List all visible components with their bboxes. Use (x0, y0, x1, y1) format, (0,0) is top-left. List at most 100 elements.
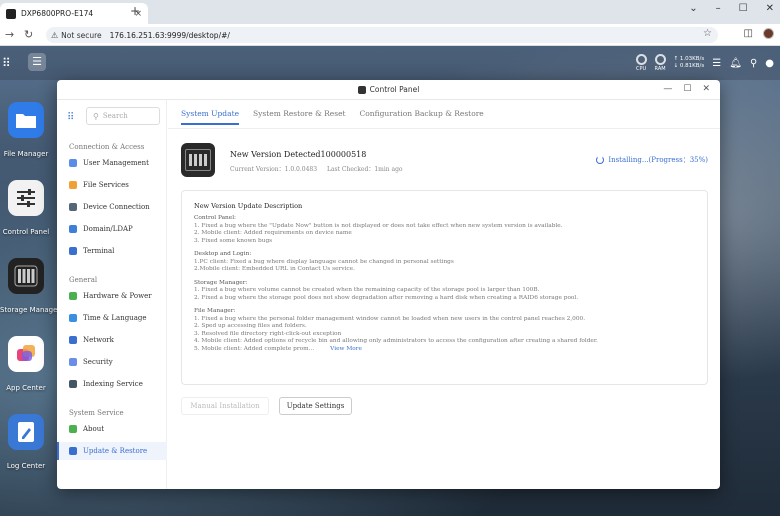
sidebar-item-update-restore[interactable]: Update & Restore (57, 442, 167, 460)
update-settings-button[interactable]: Update Settings (279, 397, 352, 415)
sidebar-group-label: General (69, 276, 98, 284)
notes-section-title: Desktop and Login: (194, 251, 252, 257)
update-icon (69, 447, 77, 455)
notes-line: 4. Mobile client: Added options of recyc… (194, 338, 598, 344)
hardware-icon (69, 292, 77, 300)
network-speeds: ↑ 1.03KB/s ↓ 0.81KB/s (674, 56, 705, 70)
dock-app-center[interactable] (0, 336, 52, 372)
control-panel-app-icon (357, 85, 366, 94)
file-services-icon (69, 181, 77, 189)
dock-label-log-center[interactable]: Log Center (0, 462, 52, 470)
browser-tab[interactable]: DXP6800PRO-E174 × (0, 3, 148, 24)
nas-device-icon (181, 143, 215, 177)
control-panel-shortcut-icon[interactable]: ☰ (28, 53, 46, 71)
ram-gauge[interactable]: RAM (654, 54, 666, 72)
notes-line: 3. Resolved file directory right-click-o… (194, 330, 342, 337)
sliders-icon[interactable] (8, 180, 44, 216)
search-input[interactable]: ⚲ Search (86, 107, 160, 125)
browser-window-controls: ⌄ – ☐ ✕ (689, 3, 774, 14)
drive-bays-icon[interactable] (8, 258, 44, 294)
sidebar-item-time-language[interactable]: Time & Language (57, 309, 167, 327)
sidebar-item-security[interactable]: Security (57, 353, 167, 371)
notes-last-line: 5. Mobile client: Added complete prom... (194, 345, 315, 352)
warning-icon[interactable]: ⚠ (51, 31, 58, 40)
user-icon[interactable]: ● (765, 58, 774, 69)
network-icon (69, 336, 77, 344)
sidebar-item-terminal[interactable]: Terminal (57, 242, 167, 260)
browser-actions: ◫ (744, 28, 774, 39)
security-label[interactable]: Not secure (61, 31, 101, 40)
dock-storage-manager[interactable] (0, 258, 52, 294)
dock-log-center[interactable] (0, 414, 52, 450)
version-meta: Current Version：1.0.0.0483 Last Checked：… (230, 164, 411, 173)
reload-icon[interactable]: ↻ (24, 28, 33, 41)
dock-label-control-panel[interactable]: Control Panel (0, 228, 52, 236)
sidebar-item-network[interactable]: Network (57, 331, 167, 349)
folder-icon[interactable] (8, 102, 44, 138)
forward-icon[interactable]: → (5, 28, 14, 41)
desktop-topbar: ⠿ ☰ CPU RAM ↑ 1.03KB/s ↓ 0.81KB/s ☰ 🔔︎ ⚲… (0, 46, 780, 80)
minimize-icon[interactable]: – (716, 3, 721, 14)
window-controls: — ☐ ✕ (663, 84, 710, 94)
tab-system-restore[interactable]: System Restore & Reset (253, 109, 346, 125)
tasks-icon[interactable]: ☰ (712, 58, 721, 69)
notes-line: 2. Mobile client: Added requirements on … (194, 230, 352, 236)
app-grid-icon[interactable]: ⠿ (2, 56, 11, 70)
chevron-down-icon[interactable]: ⌄ (689, 3, 697, 14)
user-icon (69, 159, 77, 167)
spinner-icon (596, 156, 605, 164)
sidebar-toggle-icon[interactable]: ◫ (744, 28, 753, 39)
cpu-gauge[interactable]: CPU (635, 54, 647, 72)
sidebar-item-label: Indexing Service (83, 380, 143, 388)
maximize-icon[interactable]: ☐ (683, 84, 691, 94)
notes-section-title: Storage Manager: (194, 279, 248, 286)
window-titlebar[interactable]: Control Panel — ☐ ✕ (57, 80, 720, 100)
sidebar-item-about[interactable]: About (57, 420, 167, 438)
update-notes-panel: New Version Update Description Control P… (181, 190, 708, 385)
sidebar-item-user-management[interactable]: User Management (57, 154, 167, 172)
search-icon[interactable]: ⚲ (750, 58, 757, 69)
maximize-icon[interactable]: ☐ (739, 3, 748, 14)
sidebar-item-indexing-service[interactable]: Indexing Service (57, 375, 167, 393)
notes-section-title: Control Panel: (194, 215, 237, 221)
new-version-title: New Version Detected100000518 (230, 150, 367, 159)
url-field[interactable]: ⚠ Not secure 176.16.251.63:9999/desktop/… (46, 27, 718, 43)
notes-section: Control Panel: 1. Fixed a bug where the "… (194, 215, 695, 245)
bell-icon[interactable]: 🔔︎ (729, 58, 742, 69)
sidebar-item-domain-ldap[interactable]: Domain/LDAP (57, 220, 167, 238)
dock-label-app-center[interactable]: App Center (0, 384, 52, 392)
search-icon: ⚲ (93, 111, 99, 121)
view-more-link[interactable]: View More (330, 346, 362, 352)
tab-config-backup[interactable]: Configuration Backup & Restore (360, 109, 484, 125)
sidebar-item-hardware-power[interactable]: Hardware & Power (57, 287, 167, 305)
dock-label-storage-manager[interactable]: Storage Manager (0, 306, 60, 314)
browser-tab-title: DXP6800PRO-E174 (21, 9, 94, 18)
tab-system-update[interactable]: System Update (181, 109, 240, 125)
sidebar-item-device-connection[interactable]: Device Connection (57, 198, 167, 216)
dock-control-panel[interactable] (0, 180, 52, 216)
minimize-icon[interactable]: — (663, 84, 672, 94)
close-icon[interactable]: ✕ (702, 84, 710, 94)
new-tab-button[interactable]: + (130, 4, 140, 18)
log-icon[interactable] (8, 414, 44, 450)
profile-avatar[interactable] (763, 28, 774, 39)
sidebar-item-label: About (83, 425, 105, 433)
bookmark-star-icon[interactable]: ☆ (703, 28, 712, 39)
manual-installation-button[interactable]: Manual Installation (181, 397, 269, 415)
search-placeholder[interactable]: Search (103, 112, 128, 120)
notes-heading: New Version Update Description (194, 202, 303, 210)
sidebar-item-label: Network (83, 336, 114, 344)
dock-label-file-manager[interactable]: File Manager (0, 150, 52, 158)
close-icon[interactable]: ✕ (766, 3, 774, 14)
dock-file-manager[interactable] (0, 102, 52, 144)
window-title: Control Panel (369, 85, 420, 94)
install-status-text: Installing...(Progress：35%) (608, 156, 708, 164)
notes-line: 1. Fixed a bug where the personal folder… (194, 315, 586, 322)
url-text[interactable]: 176.16.251.63:9999/desktop/#/ (110, 31, 230, 40)
sidebar-item-file-services[interactable]: File Services (57, 176, 167, 194)
control-panel-window: Control Panel — ☐ ✕ ⠿ ⚲ Search Connectio… (57, 80, 720, 489)
notes-section: Storage Manager: 1. Fixed a bug where vol… (194, 280, 695, 303)
grid-menu-icon[interactable]: ⠿ (67, 112, 74, 123)
notes-section: File Manager: 1. Fixed a bug where the pe… (194, 308, 695, 346)
app-center-icon[interactable] (8, 336, 44, 372)
